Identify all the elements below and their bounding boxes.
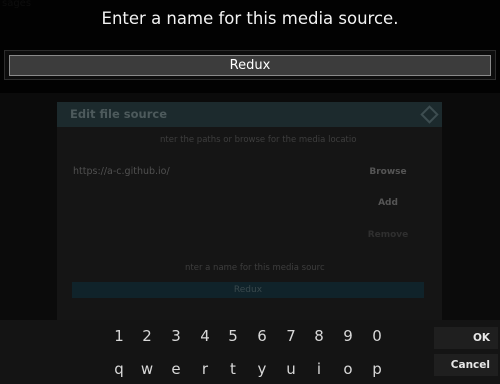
key-6[interactable]: 6	[250, 325, 274, 347]
key-q[interactable]: q	[107, 358, 131, 380]
add-button: Add	[378, 197, 398, 208]
key-e[interactable]: e	[164, 358, 188, 380]
key-9[interactable]: 9	[336, 325, 360, 347]
key-5[interactable]: 5	[221, 325, 245, 347]
key-0[interactable]: 0	[365, 325, 389, 347]
on-screen-keyboard: 1 2 3 4 5 6 7 8 9 0 q w e r t y u i o p …	[0, 320, 500, 384]
ok-button[interactable]: OK	[434, 327, 498, 349]
prompt-title: Enter a name for this media source.	[101, 9, 399, 28]
kodi-logo-icon	[420, 105, 439, 124]
name-input[interactable]: Redux	[9, 55, 491, 76]
key-r[interactable]: r	[193, 358, 217, 380]
key-t[interactable]: t	[221, 358, 245, 380]
dialog-name-field: Redux	[72, 282, 424, 298]
browse-button: Browse	[369, 166, 407, 177]
key-3[interactable]: 3	[164, 325, 188, 347]
key-1[interactable]: 1	[107, 325, 131, 347]
key-y[interactable]: y	[250, 358, 274, 380]
key-w[interactable]: w	[135, 358, 159, 380]
dialog-title: Edit file source	[70, 107, 168, 121]
key-8[interactable]: 8	[307, 325, 331, 347]
key-u[interactable]: u	[279, 358, 303, 380]
cancel-button[interactable]: Cancel	[434, 354, 498, 376]
key-2[interactable]: 2	[135, 325, 159, 347]
key-i[interactable]: i	[307, 358, 331, 380]
key-o[interactable]: o	[336, 358, 360, 380]
remove-button: Remove	[367, 229, 409, 240]
dialog-instruction: nter the paths or browse for the media l…	[160, 135, 357, 145]
key-p[interactable]: p	[365, 358, 389, 380]
key-4[interactable]: 4	[193, 325, 217, 347]
dialog-path-value: https://a-c.github.io/	[73, 166, 170, 177]
dialog-header: Edit file source	[57, 102, 442, 127]
key-7[interactable]: 7	[279, 325, 303, 347]
dialog-name-instruction: nter a name for this media sourc	[185, 263, 325, 273]
